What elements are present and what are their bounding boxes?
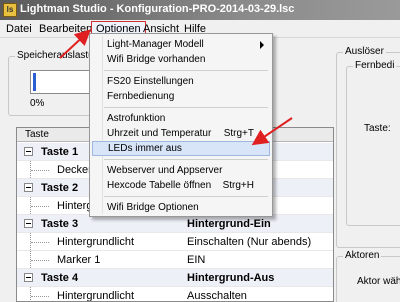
- menu-item-label: Hexcode Tabelle öffnen: [107, 180, 212, 191]
- collapse-toggle-icon[interactable]: [24, 219, 33, 228]
- menu-item-label: Light-Manager Modell: [107, 39, 204, 50]
- tree-cell-action: Hintergrund-Aus: [187, 272, 275, 284]
- tree-cell-name: Taste 4: [41, 272, 79, 284]
- menu-item-label: Fernbedienung: [107, 91, 175, 102]
- collapse-toggle-icon[interactable]: [24, 147, 33, 156]
- memory-percent: 0%: [30, 98, 45, 109]
- memory-progress-fill: [33, 73, 36, 91]
- app-icon: ls: [3, 3, 17, 17]
- menu-item-label: LEDs immer aus: [108, 143, 182, 154]
- tree-child-row[interactable]: Marker 1 EIN: [17, 251, 333, 269]
- menu-separator: [104, 107, 268, 108]
- key-label: Taste:: [364, 123, 391, 134]
- collapse-toggle-icon[interactable]: [24, 273, 33, 282]
- remote-group: Fernbedi: [346, 60, 400, 226]
- tree-cell-name: Taste 3: [41, 218, 79, 230]
- submenu-arrow-icon: [260, 41, 264, 49]
- tree-connector-tick: [31, 296, 49, 297]
- menu-item-label: Wifi Bridge vorhanden: [107, 54, 206, 65]
- tree-cell-name: Hintergrundlicht: [57, 290, 135, 302]
- menu-item[interactable]: Webserver und Appserver: [92, 163, 270, 178]
- tree-cell-action: Ausschalten: [187, 290, 247, 302]
- menu-separator: [104, 70, 268, 71]
- tree-cell-name: Taste 1: [41, 146, 79, 158]
- menu-separator: [104, 196, 268, 197]
- menu-item[interactable]: Wifi Bridge vorhanden: [92, 52, 270, 67]
- menu-item[interactable]: Hexcode Tabelle öffnen Strg+H: [92, 178, 270, 193]
- select-actor-label: Aktor wähl: [357, 276, 400, 287]
- menu-item-label: Wifi Bridge Optionen: [107, 202, 199, 213]
- menu-item-label: Uhrzeit und Temperatur: [107, 128, 212, 139]
- menu-item-shortcut: Strg+T: [223, 128, 254, 139]
- menu-item-label: FS20 Einstellungen: [107, 76, 194, 87]
- menu-item[interactable]: LEDs immer aus: [92, 141, 270, 156]
- menu-item[interactable]: Wifi Bridge Optionen: [92, 200, 270, 215]
- tree-group-row[interactable]: Taste 4 Hintergrund-Aus: [17, 269, 333, 287]
- memory-usage-label: Speicherauslastu: [15, 50, 96, 61]
- remote-label: Fernbedi: [353, 60, 397, 71]
- tree-cell-name: Marker 1: [57, 254, 101, 266]
- tree-child-row[interactable]: Hintergrundlicht Einschalten (Nur abends): [17, 233, 333, 251]
- menu-item[interactable]: Uhrzeit und Temperatur Strg+T: [92, 126, 270, 141]
- title-bar: ls Lightman Studio - Konfiguration-PRO-2…: [0, 0, 400, 20]
- actors-label: Aktoren: [343, 250, 382, 261]
- tree-connector-tick: [31, 242, 49, 243]
- tree-connector-tick: [31, 260, 49, 261]
- menu-item[interactable]: Fernbedienung: [92, 89, 270, 104]
- tree-child-row[interactable]: Hintergrundlicht Ausschalten: [17, 287, 333, 302]
- menu-item[interactable]: Light-Manager Modell: [92, 37, 270, 52]
- tree-cell-action: EIN: [187, 254, 206, 266]
- menu-item[interactable]: FS20 Einstellungen: [92, 74, 270, 89]
- menu-item[interactable]: Astrofunktion: [92, 111, 270, 126]
- menu-item-label: Webserver und Appserver: [107, 165, 223, 176]
- window-title: Lightman Studio - Konfiguration-PRO-2014…: [20, 3, 295, 15]
- column-header-label: Taste: [25, 129, 49, 140]
- tree-group-row[interactable]: Taste 3 Hintergrund-Ein: [17, 215, 333, 233]
- tree-cell-name: Taste 2: [41, 182, 79, 194]
- menu-separator: [104, 159, 268, 160]
- tree-cell-action: Hintergrund-Ein: [187, 218, 271, 230]
- tree-cell-action: Einschalten (Nur abends): [187, 236, 312, 248]
- collapse-toggle-icon[interactable]: [24, 183, 33, 192]
- tree-connector-line: [30, 287, 31, 301]
- tree-connector-tick: [31, 206, 49, 207]
- menu-datei[interactable]: Datei: [2, 21, 36, 37]
- menu-item-label: Astrofunktion: [107, 113, 166, 124]
- tree-cell-name: Hintergrundlicht: [57, 236, 135, 248]
- menu-item-shortcut: Strg+H: [222, 180, 254, 191]
- optionen-dropdown-menu: Light-Manager Modell Wifi Bridge vorhande…: [89, 33, 273, 217]
- tree-connector-tick: [31, 170, 49, 171]
- menu-bearbeiten[interactable]: Bearbeiten: [35, 21, 96, 37]
- trigger-label: Auslöser: [343, 46, 386, 57]
